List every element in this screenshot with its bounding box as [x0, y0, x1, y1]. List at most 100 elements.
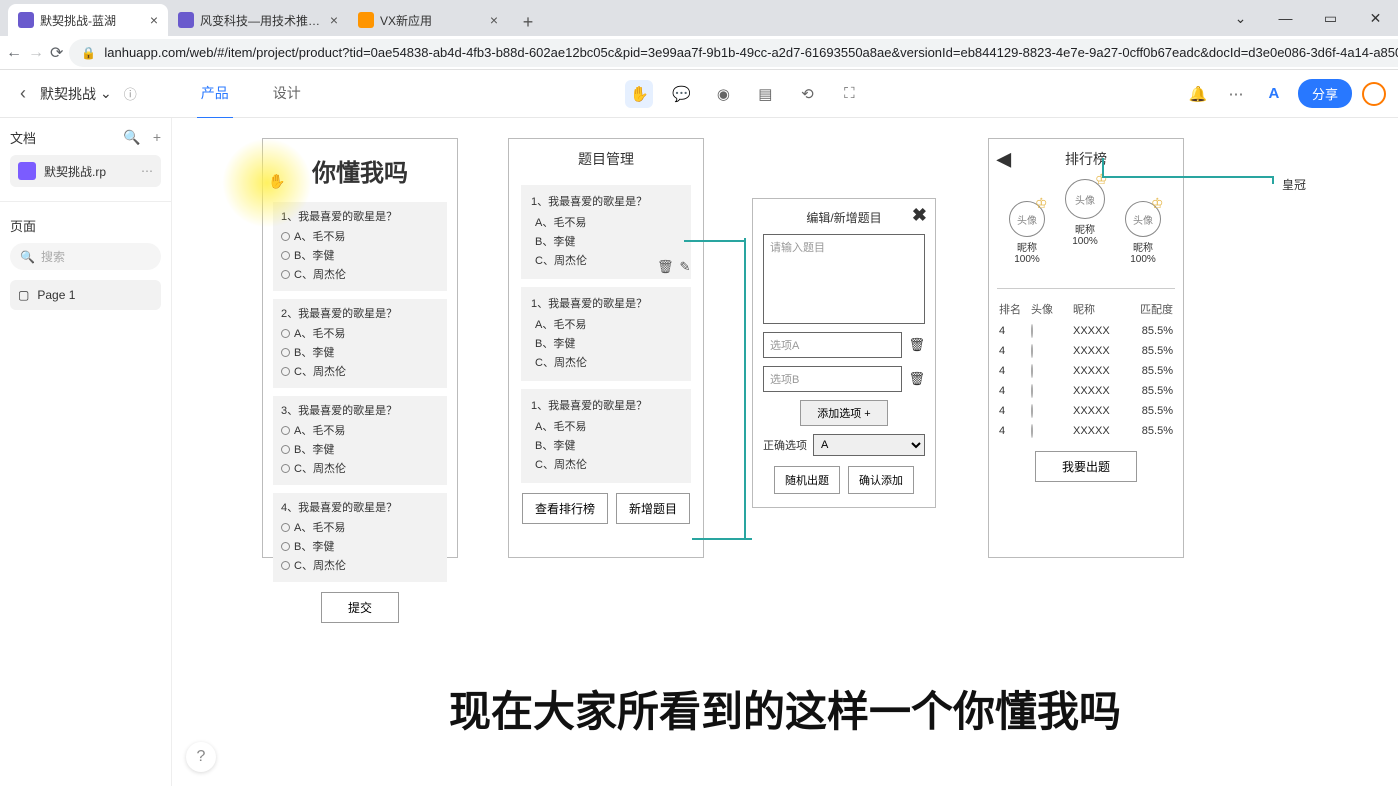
radio-icon[interactable] [281, 561, 290, 570]
option-input-b[interactable]: 选项B [763, 366, 902, 392]
option-row[interactable]: C、周杰伦 [281, 460, 439, 476]
radio-icon[interactable] [281, 464, 290, 473]
option-row[interactable]: A、毛不易 [281, 228, 439, 244]
option-row[interactable]: A、毛不易 [281, 422, 439, 438]
pages-label: 页面 [10, 216, 36, 235]
self-question-button[interactable]: 我要出题 [1035, 451, 1137, 482]
radio-icon[interactable] [281, 523, 290, 532]
delete-option-icon[interactable]: 🗑 [908, 337, 925, 353]
option-row[interactable]: B、李健 [281, 538, 439, 554]
add-doc-icon[interactable]: + [153, 129, 161, 146]
option-row[interactable]: A、毛不易 [281, 519, 439, 535]
add-question-button[interactable]: 新增题目 [616, 493, 690, 524]
new-tab-button[interactable]: + [514, 8, 542, 36]
chevron-down-icon: ⌄ [100, 85, 112, 102]
close-tab-icon[interactable]: × [490, 12, 498, 28]
hand-tool-icon[interactable]: ✋ [625, 80, 653, 108]
delete-icon[interactable]: 🗑 [657, 259, 674, 275]
maximize-icon[interactable]: ▭ [1308, 10, 1353, 27]
radio-icon[interactable] [281, 270, 290, 279]
radio-icon[interactable] [281, 445, 290, 454]
radio-icon[interactable] [281, 367, 290, 376]
close-tab-icon[interactable]: × [330, 12, 338, 28]
radio-icon[interactable] [281, 426, 290, 435]
forward-icon[interactable]: → [28, 39, 44, 67]
info-icon[interactable]: ⓘ [124, 84, 137, 103]
option-row[interactable]: B、李健 [281, 247, 439, 263]
user-avatar[interactable] [1362, 82, 1386, 106]
design-canvas[interactable]: ✋ 你懂我吗 1、我最喜爱的歌星是？A、毛不易B、李健C、周杰伦2、我最喜爱的歌… [172, 118, 1398, 786]
note-icon[interactable]: ▤ [751, 80, 779, 108]
close-tab-icon[interactable]: × [150, 12, 158, 28]
back-arrow-icon[interactable]: ◀ [997, 149, 1011, 170]
fullscreen-icon[interactable]: ⛶ [835, 80, 863, 108]
browser-tab[interactable]: 默契挑战-蓝湖 × [8, 4, 168, 36]
mockup-leaderboard-panel[interactable]: ◀ 排行榜 ♔ 头像 昵称 100% ♔ 头像 昵称 100% ♔ 头像 [988, 138, 1184, 558]
radio-icon[interactable] [281, 232, 290, 241]
option-row[interactable]: A、毛不易 [531, 418, 681, 434]
browser-tab[interactable]: VX新应用 × [348, 4, 508, 36]
browser-tab[interactable]: 风变科技—用技术推动优质教育… × [168, 4, 348, 36]
mockup-quiz-panel[interactable]: 你懂我吗 1、我最喜爱的歌星是？A、毛不易B、李健C、周杰伦2、我最喜爱的歌星是… [262, 138, 458, 558]
share-button[interactable]: 分享 [1298, 79, 1352, 108]
radio-icon[interactable] [281, 348, 290, 357]
rank-cell: 4 [999, 345, 1031, 357]
view-rank-button[interactable]: 查看排行榜 [522, 493, 608, 524]
help-button[interactable]: ? [186, 742, 216, 772]
dropdown-icon[interactable]: ⌄ [1218, 10, 1263, 27]
option-row[interactable]: B、李健 [281, 344, 439, 360]
option-row[interactable]: B、李健 [281, 441, 439, 457]
tab-product[interactable]: 产品 [197, 69, 233, 119]
correct-option-select[interactable]: A [813, 434, 925, 456]
option-row[interactable]: C、周杰伦 [281, 557, 439, 573]
option-row[interactable]: A、毛不易 [531, 214, 681, 230]
page-search-input[interactable]: 🔍 搜索 [10, 243, 161, 270]
radio-icon[interactable] [281, 329, 290, 338]
close-icon[interactable]: ✖ [912, 205, 927, 226]
file-more-icon[interactable]: ⋯ [141, 164, 153, 178]
option-row[interactable]: C、周杰伦 [281, 266, 439, 282]
submit-button[interactable]: 提交 [321, 592, 399, 623]
option-input-a[interactable]: 选项A [763, 332, 902, 358]
history-icon[interactable]: ⟲ [793, 80, 821, 108]
search-icon[interactable]: 🔍 [123, 129, 140, 146]
app-back-icon[interactable]: ‹ [12, 83, 34, 104]
tab-design[interactable]: 设计 [269, 69, 305, 119]
reload-icon[interactable]: ⟳ [50, 39, 63, 67]
mockup-edit-question-panel[interactable]: ✖ 编辑/新增题目 请输入题目 选项A 🗑 选项B 🗑 添加选项 + 正确选项 … [752, 198, 936, 508]
avatar-cell [1031, 405, 1073, 417]
leaderboard-header: 排名头像昵称匹配度 [989, 297, 1183, 321]
comment-icon[interactable]: 💬 [667, 80, 695, 108]
page-item[interactable]: ▢ Page 1 [10, 280, 161, 310]
option-row[interactable]: C、周杰伦 [281, 363, 439, 379]
option-row[interactable]: A、毛不易 [531, 316, 681, 332]
favicon-icon [18, 12, 34, 28]
close-window-icon[interactable]: ✕ [1353, 10, 1398, 27]
url-input[interactable]: 🔒 lanhuapp.com/web/#/item/project/produc… [69, 39, 1398, 67]
delete-option-icon[interactable]: 🗑 [908, 371, 925, 387]
radio-icon[interactable] [281, 251, 290, 260]
text-tool-icon[interactable]: A [1260, 80, 1288, 108]
add-option-button[interactable]: 添加选项 + [800, 400, 887, 426]
random-question-button[interactable]: 随机出题 [774, 466, 840, 494]
more-icon[interactable]: ⋯ [1222, 80, 1250, 108]
minimize-icon[interactable]: — [1263, 10, 1308, 26]
file-item[interactable]: 默契挑战.rp ⋯ [10, 155, 161, 187]
project-name[interactable]: 默契挑战 ⌄ [34, 84, 118, 104]
back-icon[interactable]: ← [6, 39, 22, 67]
option-row[interactable]: B、李健 [531, 233, 681, 249]
option-row[interactable]: B、李健 [531, 335, 681, 351]
option-row[interactable]: C、周杰伦 [531, 456, 681, 472]
eye-icon[interactable]: ◉ [709, 80, 737, 108]
option-row[interactable]: A、毛不易 [281, 325, 439, 341]
bell-icon[interactable]: 🔔 [1184, 80, 1212, 108]
connector-line [744, 238, 746, 538]
radio-icon[interactable] [281, 542, 290, 551]
option-row[interactable]: C、周杰伦 [531, 354, 681, 370]
option-row[interactable]: B、李健 [531, 437, 681, 453]
confirm-add-button[interactable]: 确认添加 [848, 466, 914, 494]
url-text: lanhuapp.com/web/#/item/project/product?… [104, 45, 1398, 60]
question-textarea[interactable]: 请输入题目 [763, 234, 925, 324]
mockup-question-manage-panel[interactable]: 题目管理 1、我最喜爱的歌星是？A、毛不易B、李健C、周杰伦1、我最喜爱的歌星是… [508, 138, 704, 558]
edit-icon[interactable]: ✎ [680, 259, 691, 275]
